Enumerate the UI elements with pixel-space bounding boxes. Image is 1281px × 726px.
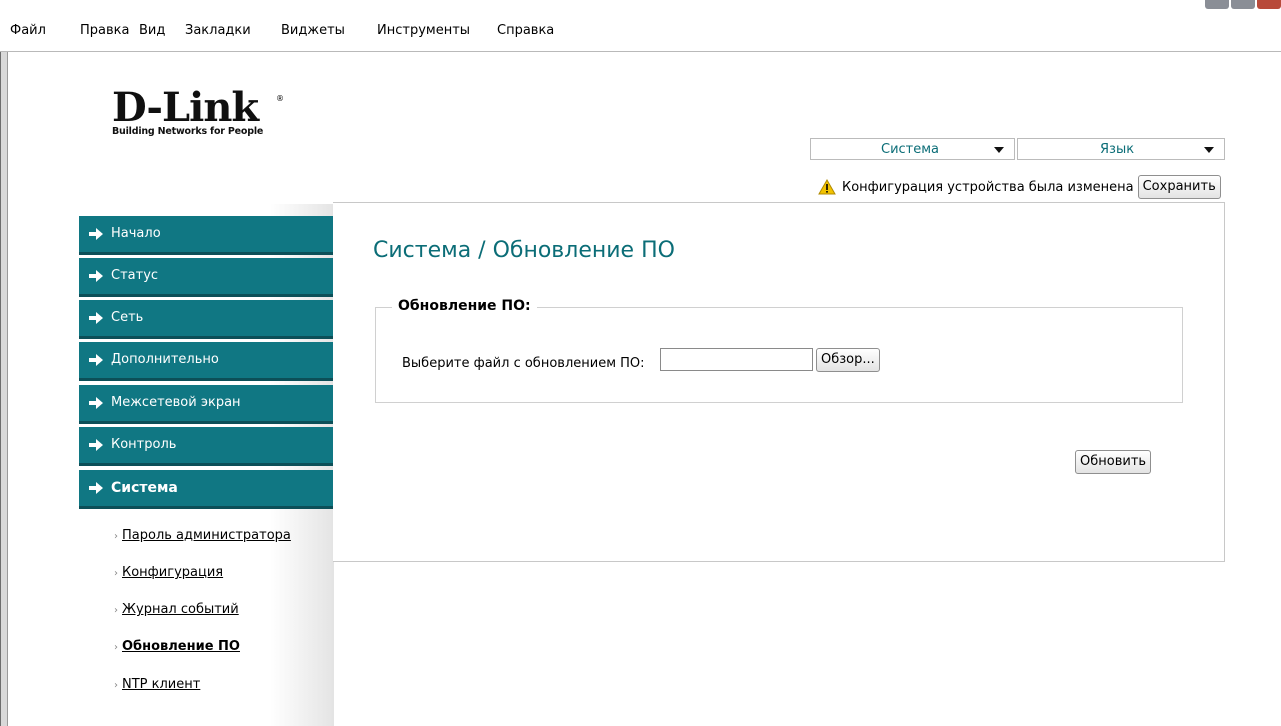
warning-icon xyxy=(818,179,836,195)
sidebar-item-label: Система xyxy=(111,480,178,496)
sidebar-item-label: Статус xyxy=(111,268,159,283)
chevron-down-icon xyxy=(1204,147,1214,153)
arrow-right-icon xyxy=(89,312,103,324)
sidebar-item-control[interactable]: Контроль xyxy=(79,427,333,466)
sidebar-item-firewall[interactable]: Межсетевой экран xyxy=(79,385,333,424)
menu-edit[interactable]: Правка xyxy=(80,23,129,38)
page-title: Система / Обновление ПО xyxy=(373,238,675,263)
notice-text: Конфигурация устройства была изменена xyxy=(842,179,1134,195)
close-window-button[interactable] xyxy=(1257,0,1281,9)
save-button[interactable]: Сохранить xyxy=(1137,175,1221,199)
chevron-down-icon xyxy=(994,147,1004,153)
arrow-right-icon xyxy=(89,482,103,494)
menu-file[interactable]: Файл xyxy=(10,23,46,38)
file-select-label: Выберите файл с обновлением ПО: xyxy=(402,356,645,371)
window-top-strip xyxy=(0,0,1281,12)
maximize-button[interactable] xyxy=(1231,0,1255,9)
arrow-right-icon xyxy=(89,228,103,240)
config-changed-notice: Конфигурация устройства была изменена Со… xyxy=(818,175,1221,199)
menu-help[interactable]: Справка xyxy=(497,23,554,38)
firmware-file-input[interactable] xyxy=(660,348,813,371)
chevron-right-icon: › xyxy=(114,680,118,691)
arrow-right-icon xyxy=(89,439,103,451)
chevron-right-icon: › xyxy=(114,568,118,579)
subnav-item-admin-password[interactable]: › Пароль администратора xyxy=(114,528,291,543)
language-dropdown-label: Язык xyxy=(1100,142,1135,157)
chevron-right-icon: › xyxy=(114,605,118,616)
sidebar-item-label: Начало xyxy=(111,226,161,241)
subnav-link[interactable]: NTP клиент xyxy=(122,677,200,692)
subnav-item-ntp-client[interactable]: › NTP клиент xyxy=(114,677,200,692)
sidebar-item-label: Межсетевой экран xyxy=(111,395,241,410)
subnav-link[interactable]: Пароль администратора xyxy=(122,528,291,543)
sidebar-item-network[interactable]: Сеть xyxy=(79,300,333,339)
minimize-button[interactable] xyxy=(1205,0,1229,9)
arrow-right-icon xyxy=(89,397,103,409)
system-dropdown[interactable]: Система xyxy=(810,138,1015,160)
sidebar-item-status[interactable]: Статус xyxy=(79,258,333,297)
subnav-item-firmware-update[interactable]: › Обновление ПО xyxy=(114,639,240,654)
sidebar-item-label: Сеть xyxy=(111,310,144,325)
menu-view[interactable]: Вид xyxy=(139,23,165,38)
menu-bookmarks[interactable]: Закладки xyxy=(185,23,251,38)
menu-tools[interactable]: Инструменты xyxy=(377,23,470,38)
sidebar-item-start[interactable]: Начало xyxy=(79,216,333,255)
update-button[interactable]: Обновить xyxy=(1075,450,1152,474)
subnav-link[interactable]: Конфигурация xyxy=(122,565,223,580)
subnav-link[interactable]: Обновление ПО xyxy=(122,639,240,654)
arrow-right-icon xyxy=(89,354,103,366)
window-left-border xyxy=(0,52,8,726)
system-dropdown-label: Система xyxy=(881,142,940,157)
dlink-logo: D-Link ® Building Networks for People xyxy=(112,84,284,138)
arrow-right-icon xyxy=(89,270,103,282)
logo-brand: D-Link xyxy=(112,84,259,131)
language-dropdown[interactable]: Язык xyxy=(1017,138,1225,160)
logo-tagline: Building Networks for People xyxy=(112,126,264,137)
sidebar-item-advanced[interactable]: Дополнительно xyxy=(79,342,333,381)
sidebar-item-label: Контроль xyxy=(111,437,177,452)
chevron-right-icon: › xyxy=(114,531,118,542)
sidebar-item-system[interactable]: Система xyxy=(79,470,333,509)
subnav-item-configuration[interactable]: › Конфигурация xyxy=(114,565,223,580)
subnav-item-event-log[interactable]: › Журнал событий xyxy=(114,602,239,617)
window-controls xyxy=(1199,0,1281,10)
chevron-right-icon: › xyxy=(114,642,118,653)
logo-registered-mark: ® xyxy=(276,94,284,103)
subnav-link[interactable]: Журнал событий xyxy=(122,602,239,617)
browser-menubar: Файл Правка Вид Закладки Виджеты Инструм… xyxy=(0,14,1281,52)
menu-widgets[interactable]: Виджеты xyxy=(281,23,345,38)
fieldset-legend: Обновление ПО: xyxy=(392,298,537,314)
browse-button[interactable]: Обзор... xyxy=(816,348,880,372)
sidebar-item-label: Дополнительно xyxy=(111,352,219,367)
